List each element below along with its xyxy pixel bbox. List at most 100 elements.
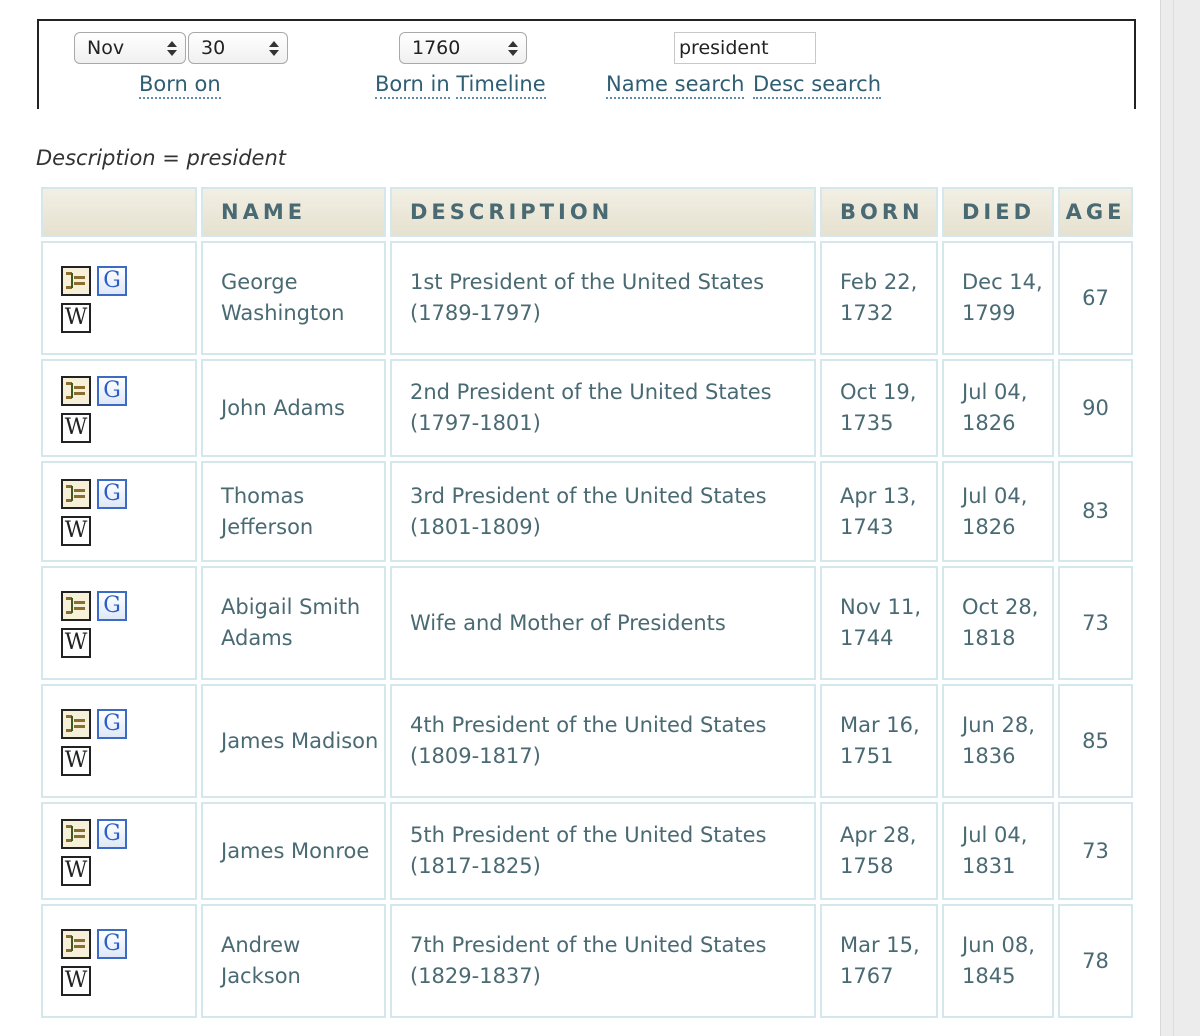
google-search-icon[interactable]: G [97,708,127,739]
died-date-cell: Jul 04, 1826 [942,461,1054,562]
age-cell: 67 [1058,241,1133,355]
year-select-value: 1760 [412,37,461,59]
family-tree-icon[interactable] [61,265,91,296]
name-header[interactable]: NAME [201,187,386,237]
description-cell: 3rd President of the United States (1801… [390,461,816,562]
row-icons-cell: GW [41,566,197,680]
description-cell: 2nd President of the United States (1797… [390,359,816,457]
page-scrollbar-track[interactable] [1160,0,1200,1036]
person-name-cell[interactable]: Andrew Jackson [201,904,386,1018]
timeline-link-label: Timeline [456,72,546,99]
family-tree-icon[interactable] [61,590,91,621]
table-row: G W Thomas Jefferson 3rd President of the U… [41,461,1133,562]
born-date-cell: Mar 16, 1751 [820,684,938,798]
day-select[interactable]: 30 [188,32,288,64]
description-cell: 4th President of the United States (1809… [390,684,816,798]
wikipedia-icon[interactable]: W [61,516,91,546]
google-search-icon[interactable]: G [97,265,127,296]
born-on-link-label: Born on [139,72,221,99]
age-cell: 78 [1058,904,1133,1018]
year-select[interactable]: 1760 [399,32,527,64]
family-tree-icon[interactable] [61,375,91,406]
select-arrows-icon [167,40,177,58]
born-on-link[interactable]: Born on [139,71,221,99]
results-table: NAME DESCRIPTION BORN DIED AGE G W George … [37,183,1137,1022]
day-select-value: 30 [201,37,226,59]
month-select[interactable]: Nov [74,32,186,64]
google-search-icon[interactable]: G [97,479,127,509]
google-search-icon[interactable]: G [97,590,127,621]
row-icons-cell: GW [41,241,197,355]
wikipedia-icon[interactable]: W [61,627,91,658]
table-row: G W John Adams 2nd President of the United … [41,359,1133,457]
person-name-cell[interactable]: James Monroe [201,802,386,900]
born-date-cell: Oct 19, 1735 [820,359,938,457]
search-input[interactable] [674,32,816,64]
person-name-cell[interactable]: George Washington [201,241,386,355]
family-tree-icon[interactable] [61,928,91,959]
born-header[interactable]: BORN [820,187,938,237]
table-header-row: NAME DESCRIPTION BORN DIED AGE [41,187,1133,237]
table-row: G W James Madison 4th President of the Unit… [41,684,1133,798]
wikipedia-icon[interactable]: W [61,745,91,776]
age-cell: 85 [1058,684,1133,798]
row-icons-cell: GW [41,802,197,900]
person-name-cell[interactable]: John Adams [201,359,386,457]
wikipedia-icon[interactable]: W [61,302,91,333]
died-date-cell: Jul 04, 1826 [942,359,1054,457]
born-in-link-label: Born in [375,72,450,99]
family-tree-icon[interactable] [61,818,91,849]
select-arrows-icon [269,40,279,58]
row-icons-cell: GW [41,359,197,457]
search-controls-panel: Nov 30 1760 Born on Born in Timeline Nam… [37,19,1136,109]
age-cell: 73 [1058,802,1133,900]
google-search-icon[interactable]: G [97,818,127,849]
google-search-icon[interactable]: G [97,928,127,959]
died-header[interactable]: DIED [942,187,1054,237]
born-in-timeline-link[interactable]: Born in Timeline [375,71,546,99]
row-icons-cell: GW [41,461,197,562]
family-tree-icon[interactable] [61,479,91,509]
born-date-cell: Apr 13, 1743 [820,461,938,562]
age-cell: 90 [1058,359,1133,457]
description-cell: 7th President of the United States (1829… [390,904,816,1018]
table-row: G W George Washington 1st President of the … [41,241,1133,355]
died-date-cell: Jun 28, 1836 [942,684,1054,798]
died-date-cell: Jul 04, 1831 [942,802,1054,900]
desc-search-link-label: Desc search [753,72,882,99]
name-search-link-label: Name search [606,72,745,99]
row-icons-cell: GW [41,684,197,798]
icons-header [41,187,197,237]
description-cell: Wife and Mother of Presidents [390,566,816,680]
description-cell: 1st President of the United States (1789… [390,241,816,355]
description-cell: 5th President of the United States (1817… [390,802,816,900]
age-cell: 83 [1058,461,1133,562]
age-cell: 73 [1058,566,1133,680]
wikipedia-icon[interactable]: W [61,412,91,443]
died-date-cell: Dec 14, 1799 [942,241,1054,355]
select-arrows-icon [508,40,518,58]
row-icons-cell: GW [41,904,197,1018]
person-name-cell[interactable]: Abigail Smith Adams [201,566,386,680]
born-date-cell: Feb 22, 1732 [820,241,938,355]
born-date-cell: Nov 11, 1744 [820,566,938,680]
table-row: G W Abigail Smith Adams Wife and Mother of … [41,566,1133,680]
died-date-cell: Oct 28, 1818 [942,566,1054,680]
family-tree-icon[interactable] [61,708,91,739]
description-filter-label: Description = president [36,146,287,170]
table-row: G W Andrew Jackson 7th President of the Uni… [41,904,1133,1018]
name-search-link[interactable]: Name search [606,71,745,99]
person-name-cell[interactable]: Thomas Jefferson [201,461,386,562]
wikipedia-icon[interactable]: W [61,855,91,886]
person-name-cell[interactable]: James Madison [201,684,386,798]
month-select-value: Nov [87,37,125,59]
wikipedia-icon[interactable]: W [61,965,91,996]
born-date-cell: Apr 28, 1758 [820,802,938,900]
born-date-cell: Mar 15, 1767 [820,904,938,1018]
google-search-icon[interactable]: G [97,375,127,406]
description-header[interactable]: DESCRIPTION [390,187,816,237]
table-row: G W James Monroe 5th President of the Unite… [41,802,1133,900]
age-header[interactable]: AGE [1058,187,1133,237]
died-date-cell: Jun 08, 1845 [942,904,1054,1018]
desc-search-link[interactable]: Desc search [753,71,882,99]
